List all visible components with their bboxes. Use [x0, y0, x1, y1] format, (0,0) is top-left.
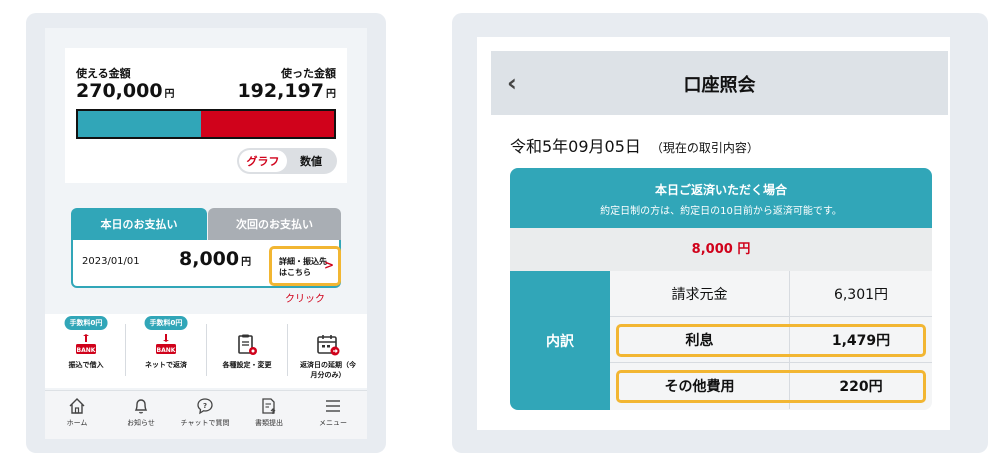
payment-body: 2023/01/01 8,000 円 詳細・振込先 はこちら >	[71, 240, 341, 288]
nav-submit-documents[interactable]: 書類提出	[237, 397, 301, 428]
payment-card: 本日のお支払い 次回のお支払い 2023/01/01 8,000 円 詳細・振込先…	[71, 208, 341, 293]
bank-net-icon: BANK	[156, 334, 176, 354]
bell-icon	[134, 399, 148, 414]
nav-label: お知らせ	[127, 419, 155, 427]
breakdown-row-principal: 請求元金 6,301円	[610, 271, 932, 317]
nav-label: メニュー	[319, 419, 347, 427]
date-value: 令和5年09月05日	[510, 137, 641, 156]
menu-postpone-due-date[interactable]: 返済日の延期（今 月分のみ）	[289, 314, 367, 388]
details-line-2: はこちら	[279, 268, 311, 277]
payment-date: 2023/01/01	[82, 256, 140, 267]
balance-card: 使える金額 使った金額 270,000 円 192,197 円 グラフ 数値	[65, 48, 347, 183]
menu-label-line-2: 月分のみ）	[310, 371, 346, 379]
menu-label: 返済日の延期（今 月分のみ）	[289, 360, 367, 380]
yen-unit: 円	[164, 89, 175, 100]
number-toggle-button[interactable]: 数値	[287, 150, 335, 172]
usable-bar-segment	[78, 111, 201, 137]
yen-unit: 円	[326, 89, 336, 100]
calendar-extend-icon	[317, 335, 340, 356]
nav-menu[interactable]: メニュー	[301, 397, 365, 428]
breakdown-item-value: 1,479円	[831, 332, 891, 349]
as-of-date: 令和5年09月05日 （現在の取引内容）	[510, 133, 759, 157]
menu-label: 振込で借入	[68, 361, 104, 369]
svg-text:BANK: BANK	[157, 347, 176, 354]
menu-label: 各種設定・変更	[222, 361, 272, 369]
breakdown-item-name: 請求元金	[610, 271, 790, 316]
fee-badge: 手数料0円	[64, 316, 108, 330]
breakdown-row-interest: 利息 1,479円	[610, 317, 932, 363]
page-title: 口座照会	[683, 75, 756, 96]
menu-label: ネットで返済	[145, 361, 187, 369]
nav-home[interactable]: ホーム	[45, 397, 109, 428]
usable-amount: 270,000 円	[76, 80, 175, 102]
breakdown-item-name: 利息	[610, 317, 790, 362]
divider	[287, 324, 288, 376]
nav-label: 書類提出	[255, 419, 283, 427]
chevron-right-icon: >	[323, 258, 334, 272]
repayment-subtitle: 約定日制の方は、約定日の10日前から返済可能です。	[600, 206, 842, 217]
menu-borrow-by-transfer[interactable]: 手数料0円 BANK 振込で借入	[47, 314, 125, 388]
nav-label: チャットで質問	[180, 419, 230, 427]
quick-menu: 手数料0円 BANK 振込で借入 手数料0円 BANK ネットで返済 各種設定・…	[45, 314, 367, 388]
repayment-title: 本日ご返済いただく場合	[654, 183, 787, 197]
details-link-text: 詳細・振込先 はこちら	[279, 256, 327, 278]
usable-amount-label: 使える金額	[76, 67, 131, 80]
repayment-card: 本日ご返済いただく場合 約定日制の方は、約定日の10日前から返済可能です。 8,…	[510, 168, 932, 410]
used-amount-value: 192,197	[237, 80, 324, 102]
breakdown-row-other-fees: その他費用 220円	[610, 363, 932, 409]
divider	[206, 324, 207, 376]
used-amount: 192,197 円	[237, 80, 336, 102]
date-note: （現在の取引内容）	[650, 141, 759, 155]
graph-toggle-button[interactable]: グラフ	[239, 150, 287, 172]
nav-chat[interactable]: ? チャットで質問	[173, 397, 237, 428]
repayment-card-header: 本日ご返済いただく場合 約定日制の方は、約定日の10日前から返済可能です。	[510, 168, 932, 228]
home-icon	[69, 398, 85, 414]
used-amount-label: 使った金額	[281, 67, 336, 80]
breakdown-item-value: 6,301円	[833, 286, 889, 303]
details-line-1: 詳細・振込先	[279, 257, 327, 266]
svg-text:BANK: BANK	[77, 347, 96, 354]
yen-unit: 円	[241, 257, 252, 268]
nav-notifications[interactable]: お知らせ	[109, 397, 173, 428]
tab-next-payment[interactable]: 次回のお支払い	[208, 208, 341, 240]
breakdown-label: 内訳	[510, 271, 610, 410]
used-bar-segment	[200, 111, 334, 137]
document-upload-icon	[262, 398, 276, 414]
left-screenshot-frame: 使える金額 使った金額 270,000 円 192,197 円 グラフ 数値 本日の…	[26, 13, 386, 453]
menu-repay-online[interactable]: 手数料0円 BANK ネットで返済	[127, 314, 205, 388]
click-annotation: クリック	[285, 294, 325, 305]
payment-amount: 8,000 円	[179, 248, 251, 270]
usable-amount-value: 270,000	[76, 80, 163, 102]
svg-text:?: ?	[203, 402, 207, 410]
view-toggle: グラフ 数値	[237, 148, 337, 174]
app-screen: 使える金額 使った金額 270,000 円 192,197 円 グラフ 数値 本日の…	[45, 28, 367, 439]
chat-question-icon: ?	[197, 398, 213, 415]
payment-details-button[interactable]: 詳細・振込先 はこちら >	[269, 246, 341, 286]
usage-bar	[76, 109, 336, 139]
menu-settings[interactable]: 各種設定・変更	[208, 314, 286, 388]
menu-label-line-1: 返済日の延期（今	[300, 361, 356, 369]
repayment-total: 8,000 円	[510, 228, 932, 271]
payment-amount-value: 8,000	[179, 248, 240, 270]
bank-transfer-icon: BANK	[76, 334, 96, 354]
document-settings-icon	[238, 334, 257, 355]
page-header: ‹ 口座照会	[491, 51, 948, 115]
breakdown-item-name: その他費用	[610, 363, 790, 409]
divider	[125, 324, 126, 376]
fee-badge: 手数料0円	[144, 316, 188, 330]
bottom-navigation: ホーム お知らせ ? チャットで質問 書類提出 メニュー	[45, 390, 367, 439]
breakdown-table: 請求元金 6,301円 利息 1,479円 その他費用 220円	[610, 271, 932, 410]
nav-label: ホーム	[66, 419, 88, 427]
tab-today-payment[interactable]: 本日のお支払い	[71, 208, 207, 240]
menu-icon	[326, 400, 340, 412]
breakdown-item-value: 220円	[839, 379, 883, 395]
